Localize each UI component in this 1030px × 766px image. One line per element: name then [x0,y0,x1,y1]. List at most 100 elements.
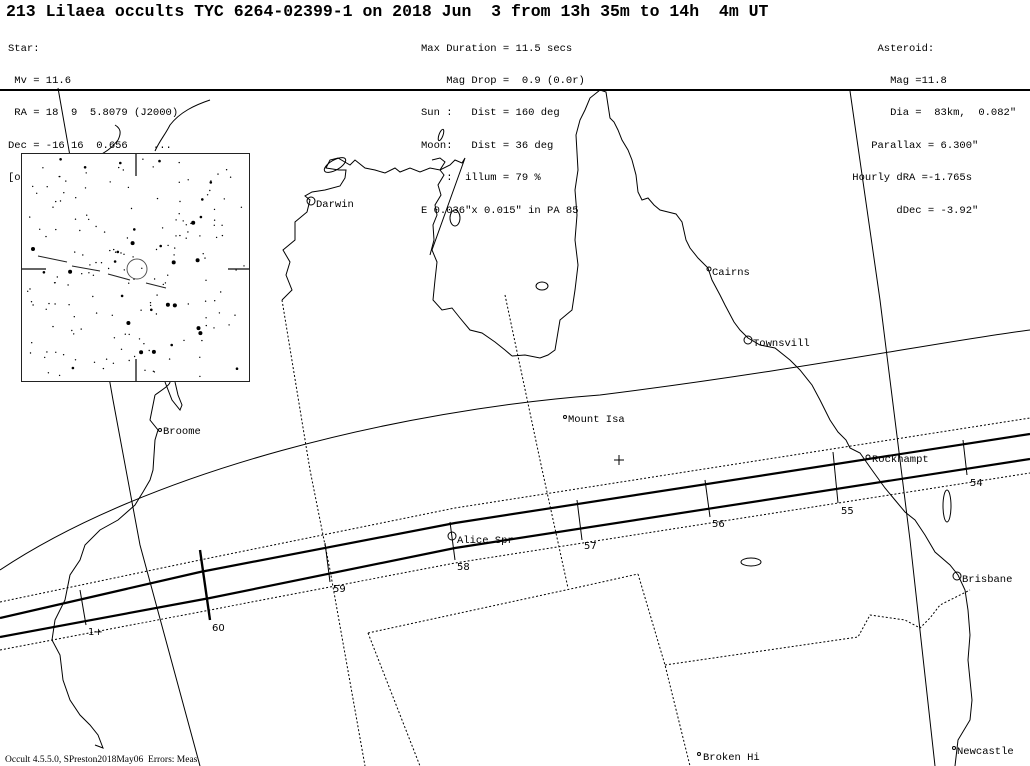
finder-star [124,333,127,335]
finder-star [105,358,108,360]
tick-mark-55 [832,451,839,504]
finder-star [199,235,201,237]
finder-star [88,218,90,221]
finder-star [54,282,56,284]
finder-star [213,219,216,221]
error-south-limit [0,472,1030,651]
finder-star [118,166,120,169]
finder-star [32,304,34,306]
border-sa-north [367,573,639,634]
city-marker-mount-isa [563,415,567,419]
finder-star [109,249,111,252]
island-wessel [437,128,445,142]
finder-star [205,317,207,319]
finder-star [111,314,114,316]
finder-star [175,219,177,221]
finder-star [133,228,136,231]
finder-star [178,181,180,183]
finder-star [95,312,98,314]
finder-star [130,207,133,210]
finder-star [179,200,181,203]
finder-star [206,194,209,196]
finder-star [80,328,82,330]
finder-star [187,303,189,305]
finder-star [62,354,65,356]
finder-star [74,218,77,220]
target-star-circle [126,258,148,280]
border-nsw-qld [664,589,971,666]
finder-star [229,176,232,178]
finder-star [221,234,224,237]
finder-star [120,252,122,254]
finder-star [47,372,50,374]
finder-star [52,325,54,328]
tick-label-1: 1+ [88,627,103,638]
finder-star [155,313,158,315]
finder-star [120,294,124,298]
finder-star [214,300,216,302]
coastline-cape-york [511,89,973,766]
finder-star [173,254,175,256]
finder-star [213,224,215,226]
border-wa-sa [367,632,421,766]
finder-star [73,333,75,335]
finder-star [95,225,97,228]
finder-star [75,197,77,199]
finder-star [58,175,60,178]
finder-star [48,302,50,305]
finder-star [39,228,41,230]
finder-star [56,276,58,278]
finder-star [158,159,161,163]
finder-star [199,215,203,219]
finder-star [215,236,218,239]
finder-star [30,301,33,303]
finder-star [156,294,158,296]
sub-star-point-cross [614,455,624,465]
finder-star [73,316,75,318]
coastline-wa [51,394,159,749]
coastline-arnhem [429,157,446,256]
finder-star [182,220,184,222]
tick-mark-1 [79,589,87,626]
finder-star [114,251,117,253]
finder-star [141,267,143,269]
finder-star [95,261,97,264]
finder-star [168,358,171,360]
shadow-south-limit [0,457,1030,639]
finder-star [151,349,156,354]
city-marker-broome [158,428,162,432]
finder-star [128,282,130,284]
finder-star [228,324,230,326]
island-melville [323,157,347,173]
tick-label-59: 59 [333,584,346,595]
finder-star [217,173,219,175]
finder-star [55,228,57,231]
finder-star [171,260,176,265]
finder-star [42,271,46,274]
finder-star [27,290,29,292]
finder-star [100,262,103,264]
border-sa-qld [637,573,691,766]
finder-star [89,264,91,266]
finder-star [112,362,115,364]
finder-star [150,308,153,312]
finder-star [29,352,32,354]
finder-star [120,348,123,350]
city-label-rockhampton: Rockhampt [872,454,929,466]
border-wa-nt [281,299,366,766]
finder-star [218,312,221,314]
finder-star [133,355,136,358]
city-label-broken-hill: Broken Hi [703,752,760,764]
finder-star [116,250,120,254]
finder-star [113,248,115,251]
finder-star [52,206,54,208]
finder-star [119,161,122,165]
finder-star [221,224,223,226]
finder-star [235,269,237,271]
finder-star [201,198,204,201]
finder-star [81,273,83,275]
finder-star [79,229,81,232]
city-marker-broken-hill [697,752,701,756]
tick-label-56: 56 [712,519,725,530]
city-label-cairns: Cairns [712,267,750,279]
